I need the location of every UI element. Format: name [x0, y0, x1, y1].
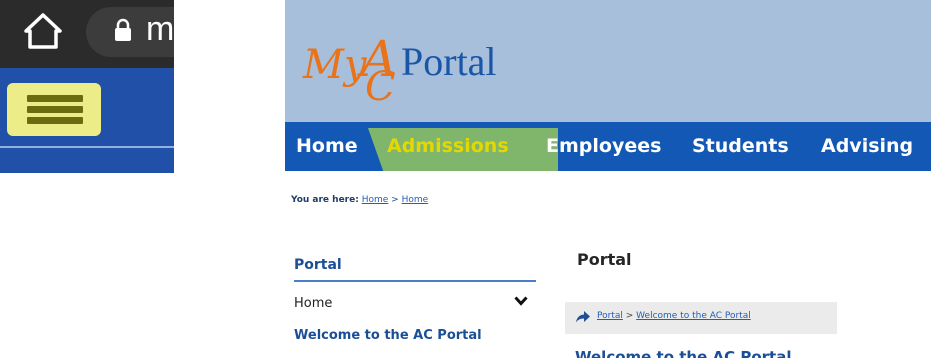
logo-my: My [303, 42, 367, 88]
nav-students[interactable]: Students [692, 132, 789, 160]
sidebar-item-home[interactable]: Home [294, 296, 332, 311]
content-heading: Welcome to the AC Portal [575, 348, 792, 358]
sidebar-item-welcome[interactable]: Welcome to the AC Portal [294, 328, 482, 343]
path-link-portal[interactable]: Portal [597, 311, 623, 321]
chevron-down-icon[interactable] [514, 296, 528, 306]
page-path: Portal > Welcome to the AC Portal [597, 311, 751, 321]
lock-icon [115, 18, 131, 41]
breadcrumb-separator: > [391, 195, 399, 205]
breadcrumb-prefix: You are here: [291, 195, 359, 205]
browser-toolbar: m [0, 0, 174, 68]
address-text: m [146, 10, 174, 48]
path-separator: > [625, 311, 634, 321]
nav-home[interactable]: Home [296, 132, 358, 160]
desktop-portal-crop: My A C Portal Home Admissions Employees … [285, 0, 931, 358]
myac-portal-logo[interactable]: My A C Portal [303, 28, 603, 110]
share-arrow-icon [576, 311, 590, 323]
breadcrumb-link-home-current[interactable]: Home [402, 195, 429, 205]
logo-c: C [365, 64, 396, 110]
sidebar-title: Portal [294, 257, 342, 273]
nav-employees[interactable]: Employees [546, 132, 661, 160]
mobile-browser-crop: m [0, 0, 174, 173]
nav-admissions[interactable]: Admissions [387, 132, 509, 160]
navbar-divider [0, 146, 174, 148]
breadcrumb: You are here: Home > Home [291, 195, 428, 205]
hamburger-menu-icon[interactable] [7, 83, 101, 136]
home-icon[interactable] [22, 11, 64, 51]
sidebar-divider [294, 280, 536, 282]
nav-advising[interactable]: Advising [821, 132, 913, 160]
screenshot-composite: m My A C Portal Home Admissions Employee… [0, 0, 931, 358]
path-link-welcome[interactable]: Welcome to the AC Portal [636, 311, 751, 321]
page-path-bar: Portal > Welcome to the AC Portal [565, 302, 837, 334]
breadcrumb-link-home[interactable]: Home [362, 195, 389, 205]
logo-portal: Portal [401, 39, 497, 84]
site-header: My A C Portal [285, 0, 931, 122]
page-title: Portal [577, 250, 632, 269]
